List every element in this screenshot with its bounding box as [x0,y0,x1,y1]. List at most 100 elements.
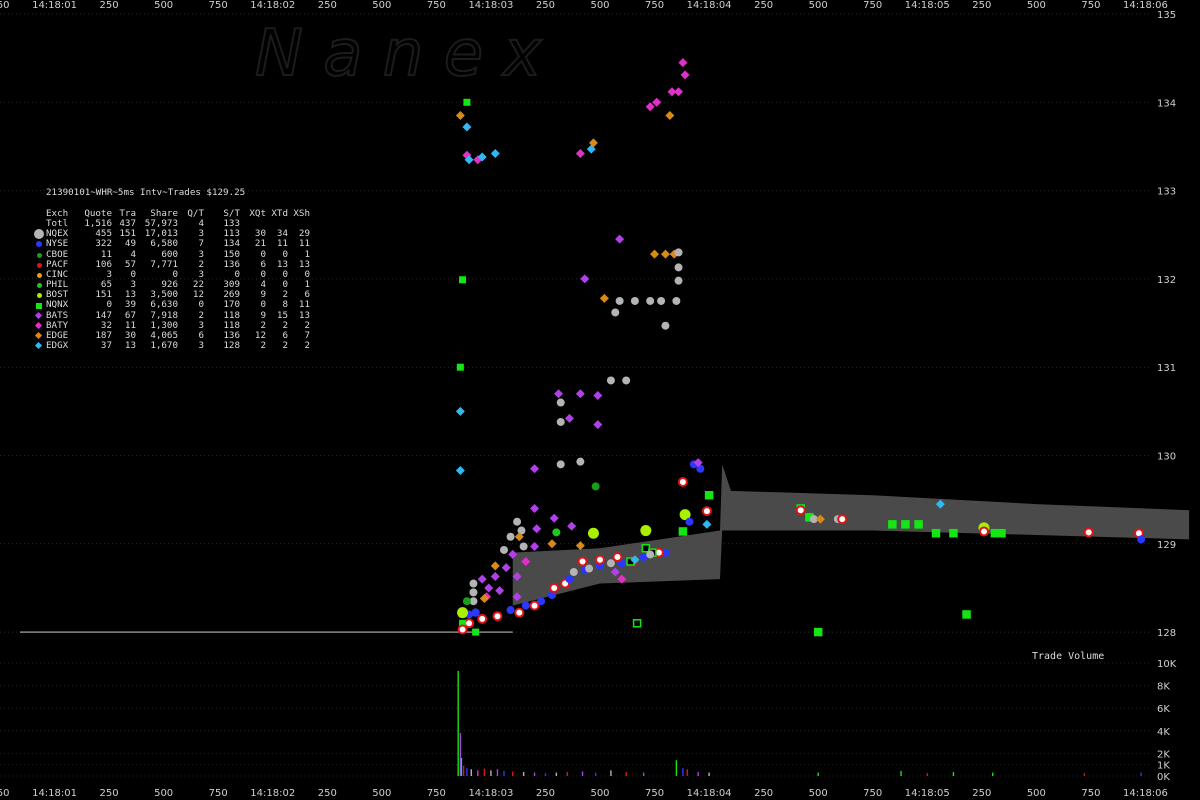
trade-point-nqex [556,417,565,426]
trade-point-edge [455,111,465,121]
x-tick-label-bottom: 14:18:02 [250,788,295,799]
x-tick-label-top: 750 [0,0,10,11]
volume-bars [457,670,1142,776]
trade-point-nqex [606,559,615,568]
stats-cell: EDGX [46,340,69,352]
trade-point-nqnx [463,98,471,106]
trade-point-nqnx [949,528,958,538]
trade-point-nqex [657,296,666,305]
legend-marker [33,219,46,229]
stats-cell: 13 [124,340,136,352]
trade-point-edgx [462,122,472,132]
trade-volume-label: Trade Volume [1032,651,1105,662]
trade-point-nqnx [472,628,480,636]
trade-point-edgx [455,406,465,416]
x-tick-label-top: 250 [972,0,991,11]
trade-point-nyse [565,575,574,584]
x-tick-label-bottom: 500 [590,788,609,799]
volume-tick-label: 2K [1157,749,1170,760]
price-tick-label: 129 [1157,540,1176,551]
stats-cell: 2 [260,340,266,352]
trade-point-nqex [622,376,631,385]
trade-point-nqex [585,564,594,573]
x-tick-label-bottom: 250 [754,788,773,799]
trade-point-pacf [464,618,475,629]
x-tick-label-bottom: 500 [1027,788,1046,799]
x-tick-label-top: 14:18:03 [468,0,513,11]
trade-point-phil [552,528,561,537]
volume-tick-label: 6K [1157,704,1170,715]
trade-point-edge [575,541,585,551]
x-tick-label-top: 14:18:04 [687,0,732,11]
legend-marker [33,239,46,249]
x-tick-label-bottom: 14:18:03 [468,788,513,799]
trade-point-pacf [577,556,588,567]
trade-point-nqex [672,296,681,305]
stats-cell: 1,670 [150,340,178,352]
trade-point-bats [567,521,577,531]
x-tick-label-bottom: 500 [809,788,828,799]
trade-point-bats [564,413,574,423]
trade-point-baty [652,97,662,107]
volume-tick-label: 4K [1157,727,1170,738]
trade-point-bats [575,389,585,399]
trade-point-bats [490,571,500,581]
trade-point-nqex [611,308,620,317]
grid-lines [0,13,1150,777]
legend-marker [33,209,46,219]
exchange-stats-table: 21390101~WHR~5ms Intv~Trades $129.25 Exc… [33,168,310,351]
trade-point-nqex [506,532,515,541]
trade-point-baty [645,102,655,112]
trade-point-nyse [685,517,694,526]
trade-point-nqnx [678,527,688,536]
volume-tick-label: 8K [1157,682,1170,693]
axis-labels: 750 750 14:18:01 14:18:01 250 250 500 500 750 750… [0,0,1177,799]
nanex-watermark: N a n e x [255,17,542,91]
x-tick-label-bottom: 750 [863,788,882,799]
trade-point-baty [680,70,690,80]
trade-point-edgx [702,519,712,529]
volume-tick-label: 1K [1157,761,1170,772]
trade-point-cboe [462,597,471,606]
nbbo-band [20,464,1190,633]
x-tick-label-top: 500 [809,0,828,11]
x-tick-label-bottom: 14:18:04 [687,788,732,799]
x-tick-label-bottom: 500 [372,788,391,799]
trade-point-bats [593,390,603,400]
trade-point-nqnx [459,276,467,284]
volume-tick-label: 0K [1157,772,1170,783]
x-tick-label-top: 500 [590,0,609,11]
trade-point-baty [678,58,688,68]
legend-marker [33,280,46,290]
x-tick-label-top: 14:18:02 [250,0,295,11]
trade-point-baty [575,149,585,159]
trade-point-pacf [514,607,525,618]
trade-point-pacf [492,611,503,622]
trade-point-bats [615,234,625,244]
legend-marker [33,229,46,240]
trade-point-nyse [471,608,480,617]
trade-point-edge [650,249,660,259]
stats-row-edgx: EDGX 37 13 1,670 3 128 2 2 2 [33,341,310,351]
trade-point-nqnx [888,520,897,529]
trade-point-nqex [674,248,683,257]
x-tick-label-bottom: 500 [154,788,173,799]
trade-point-nqex [615,296,624,305]
stats-cell: 2 [304,340,310,352]
trade-point-edge [490,561,500,571]
trade-point-nqnx [813,627,823,637]
trade-point-bost [457,607,469,619]
trade-point-nqnx [456,363,464,371]
x-tick-label-top: 750 [863,0,882,11]
x-tick-label-top: 14:18:05 [905,0,950,11]
trade-point-edge [660,249,670,259]
stats-cell: XQt [249,207,266,219]
trade-point-bats [549,513,559,523]
trade-point-nqex [646,550,655,559]
x-tick-label-top: 250 [536,0,555,11]
x-tick-label-top: 14:18:01 [32,0,77,11]
stats-cell: XTd [271,207,288,219]
x-tick-label-top: 250 [754,0,773,11]
legend-marker [33,270,46,280]
trade-point-bats [477,574,487,584]
